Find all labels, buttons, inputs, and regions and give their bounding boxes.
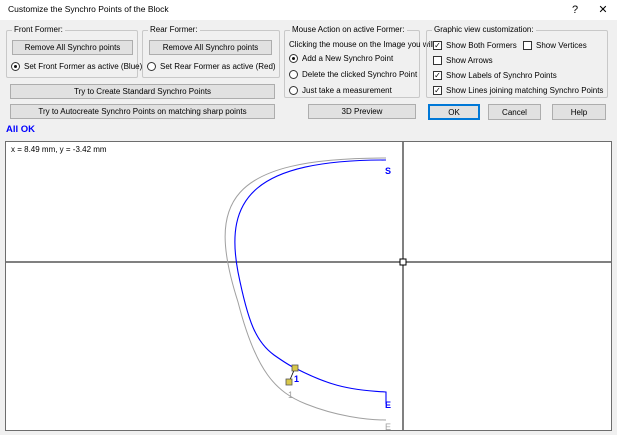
radio-add-synchro-point-label: Add a New Synchro Point <box>302 54 394 63</box>
show-both-formers-checkbox[interactable]: ✓ Show Both Formers <box>433 41 517 50</box>
former-drawing[interactable]: S 1 E 1 E <box>6 142 611 430</box>
cancel-button[interactable]: Cancel <box>488 104 541 120</box>
radio-add-synchro-point[interactable]: Add a New Synchro Point <box>289 54 393 63</box>
radio-delete-synchro-point-label: Delete the clicked Synchro Point <box>302 70 418 79</box>
mouse-action-description: Clicking the mouse on the Image you will <box>289 40 434 49</box>
radio-take-measurement[interactable]: Just take a measurement <box>289 86 392 95</box>
close-icon[interactable]: ✕ <box>589 0 617 20</box>
show-lines-label: Show Lines joining matching Synchro Poin… <box>446 86 604 95</box>
show-arrows-check-icon[interactable] <box>433 56 442 65</box>
ok-button[interactable]: OK <box>428 104 480 120</box>
front-label-e: E <box>385 400 391 410</box>
rear-set-active-label: Set Rear Former as active (Red) <box>160 62 276 71</box>
front-remove-all-button[interactable]: Remove All Synchro points <box>12 40 133 55</box>
show-both-formers-check-icon[interactable]: ✓ <box>433 41 442 50</box>
create-standard-synchro-button[interactable]: Try to Create Standard Synchro Points <box>10 84 275 99</box>
show-both-formers-label: Show Both Formers <box>446 41 517 50</box>
show-arrows-checkbox[interactable]: Show Arrows <box>433 56 493 65</box>
front-former-curve <box>234 159 387 404</box>
show-labels-label: Show Labels of Synchro Points <box>446 71 557 80</box>
show-vertices-checkbox[interactable]: Show Vertices <box>523 41 587 50</box>
rear-former-label: Rear Former: <box>148 25 200 34</box>
show-labels-checkbox[interactable]: ✓ Show Labels of Synchro Points <box>433 71 557 80</box>
former-canvas[interactable]: x = 8.49 mm, y = -3.42 mm S 1 E 1 E <box>5 141 612 431</box>
mouse-action-group: Mouse Action on active Former: Clicking … <box>284 25 434 98</box>
front-synchro-point-1[interactable] <box>291 364 299 372</box>
radio-delete-synchro-point-dot[interactable] <box>289 70 298 79</box>
radio-take-measurement-dot[interactable] <box>289 86 298 95</box>
radio-take-measurement-label: Just take a measurement <box>302 86 392 95</box>
front-label-1: 1 <box>294 374 299 384</box>
show-vertices-check-icon[interactable] <box>523 41 532 50</box>
autocreate-synchro-button[interactable]: Try to Autocreate Synchro Points on matc… <box>10 104 275 119</box>
front-set-active-radio[interactable]: Set Front Former as active (Blue) <box>11 62 142 71</box>
axis-origin-marker[interactable] <box>399 258 407 266</box>
help-button[interactable]: Help <box>552 104 606 120</box>
rear-set-active-radio[interactable]: Set Rear Former as active (Red) <box>147 62 276 71</box>
rear-former-curve <box>224 157 387 421</box>
rear-label-e: E <box>385 422 391 430</box>
show-lines-check-icon[interactable]: ✓ <box>433 86 442 95</box>
graphic-view-label: Graphic view customization: <box>432 25 536 34</box>
title-bar: Customize the Synchro Points of the Bloc… <box>0 0 617 20</box>
front-set-active-label: Set Front Former as active (Blue) <box>24 62 143 71</box>
show-vertices-label: Show Vertices <box>536 41 587 50</box>
rear-set-active-radio-dot[interactable] <box>147 62 156 71</box>
show-lines-checkbox[interactable]: ✓ Show Lines joining matching Synchro Po… <box>433 86 603 95</box>
rear-former-group: Rear Former: Remove All Synchro points S… <box>142 25 280 78</box>
radio-delete-synchro-point[interactable]: Delete the clicked Synchro Point <box>289 70 417 79</box>
front-set-active-radio-dot[interactable] <box>11 62 20 71</box>
rear-label-1: 1 <box>288 390 293 400</box>
front-label-s: S <box>385 166 391 176</box>
graphic-view-group: Graphic view customization: ✓ Show Both … <box>426 25 608 98</box>
front-former-group: Front Former: Remove All Synchro points … <box>6 25 142 78</box>
mouse-action-label: Mouse Action on active Former: <box>290 25 407 34</box>
help-icon[interactable]: ? <box>561 0 589 20</box>
rear-remove-all-button[interactable]: Remove All Synchro points <box>149 40 272 55</box>
radio-add-synchro-point-dot[interactable] <box>289 54 298 63</box>
preview-3d-button[interactable]: 3D Preview <box>308 104 416 119</box>
rear-synchro-point-1[interactable] <box>285 378 293 386</box>
show-arrows-label: Show Arrows <box>446 56 493 65</box>
window-title: Customize the Synchro Points of the Bloc… <box>8 4 169 14</box>
status-text: All OK <box>6 124 36 135</box>
show-labels-check-icon[interactable]: ✓ <box>433 71 442 80</box>
front-former-label: Front Former: <box>12 25 65 34</box>
